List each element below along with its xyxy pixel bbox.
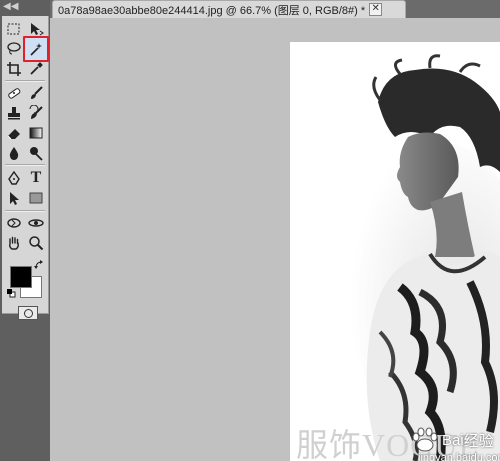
gradient-icon <box>29 127 43 139</box>
type-tool[interactable]: T <box>26 169 46 187</box>
toolbox-divider <box>5 80 45 82</box>
pen-icon <box>8 170 20 185</box>
3d-rotate-tool[interactable] <box>4 214 24 232</box>
foreground-color-swatch[interactable] <box>10 266 32 288</box>
gradient-tool[interactable] <box>26 124 46 142</box>
brush-tool[interactable] <box>26 84 46 102</box>
arrow-icon <box>10 192 19 205</box>
baidu-jingyan-watermark: Bai 经验 <box>410 427 494 453</box>
document-canvas[interactable]: 服饰VOGUE Bai 经验 jingyan.baidu.com <box>290 42 500 461</box>
pen-tool[interactable] <box>4 169 24 187</box>
move-icon <box>31 23 44 36</box>
crop-tool[interactable] <box>4 60 24 78</box>
eyedropper-icon <box>30 62 43 75</box>
shape-tool[interactable] <box>26 189 46 207</box>
hand-icon <box>9 236 19 250</box>
stamp-icon <box>8 107 20 120</box>
clone-stamp-tool[interactable] <box>4 104 24 122</box>
dodge-icon <box>30 147 43 161</box>
collapse-panel-icon[interactable]: ◀◀ <box>3 0 47 14</box>
document-tab-title: 0a78a98ae30abbe80e244414.jpg @ 66.7% (图层… <box>58 4 366 17</box>
default-colors-icon[interactable] <box>7 289 16 298</box>
brush-icon <box>31 86 43 99</box>
document-tab[interactable]: 0a78a98ae30abbe80e244414.jpg @ 66.7% (图层… <box>52 0 406 18</box>
eraser-tool[interactable] <box>4 124 24 142</box>
hand-tool[interactable] <box>4 234 24 252</box>
rectangular-marquee-icon <box>7 23 20 35</box>
document-tab-bar: 0a78a98ae30abbe80e244414.jpg @ 66.7% (图层… <box>50 0 500 18</box>
rectangle-shape-icon <box>29 192 43 204</box>
quick-mask-button[interactable] <box>18 306 38 320</box>
baidu-label: 经验 <box>463 432 494 450</box>
baidu-url: jingyan.baidu.com <box>418 452 500 461</box>
history-brush-icon <box>29 105 43 119</box>
toolbox-divider <box>5 210 45 212</box>
crop-icon <box>7 62 21 76</box>
drop-icon <box>9 147 19 160</box>
lasso-icon <box>7 42 21 55</box>
photo-woman-portrait <box>290 42 500 461</box>
canvas-workspace[interactable]: 服饰VOGUE Bai 经验 jingyan.baidu.com <box>50 18 500 461</box>
3d-orbit-tool[interactable] <box>26 214 46 232</box>
baidu-paw-icon <box>412 427 438 452</box>
history-brush-tool[interactable] <box>26 104 46 122</box>
zoom-tool[interactable] <box>26 234 46 252</box>
spot-healing-tool[interactable] <box>4 84 24 102</box>
swap-colors-icon[interactable] <box>34 260 44 270</box>
eraser-icon <box>7 129 20 140</box>
blur-tool[interactable] <box>4 144 24 162</box>
bandage-icon <box>8 88 21 99</box>
eyedropper-tool[interactable] <box>26 60 46 78</box>
baidu-logo-text: Bai <box>442 431 464 449</box>
dodge-tool[interactable] <box>26 144 46 162</box>
magnifier-icon <box>29 236 44 251</box>
left-panel-strip: ◀◀ T <box>0 0 50 461</box>
toolbox: T <box>2 16 49 320</box>
lasso-tool[interactable] <box>4 39 24 57</box>
rectangular-marquee-tool[interactable] <box>4 20 24 38</box>
type-icon: T <box>30 169 42 186</box>
close-icon[interactable]: ✕ <box>369 3 383 16</box>
magic-wand-icon <box>30 43 42 56</box>
3d-orbit-icon <box>28 219 44 227</box>
toolbox-divider <box>5 164 45 166</box>
path-selection-tool[interactable] <box>4 189 24 207</box>
3d-rotate-icon <box>7 218 21 228</box>
magic-wand-tool[interactable] <box>23 36 49 62</box>
